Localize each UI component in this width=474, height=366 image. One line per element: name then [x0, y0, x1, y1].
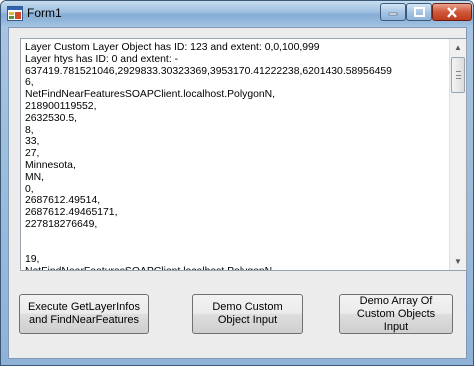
- title-bar[interactable]: Form1: [1, 1, 473, 26]
- output-line: NetFindNearFeaturesSOAPClient.localhost.…: [25, 89, 276, 101]
- grip-icon: [456, 71, 461, 79]
- output-textbox[interactable]: Layer Custom Layer Object has ID: 123 an…: [20, 38, 467, 271]
- demo-custom-object-button[interactable]: Demo Custom Object Input: [192, 294, 303, 334]
- output-line: Minnesota,: [25, 159, 76, 171]
- output-line: MN,: [25, 171, 45, 183]
- output-line: 637419.781521046,2929833.30323369,395317…: [25, 65, 392, 77]
- output-line: 2687612.49465171,: [25, 207, 118, 219]
- demo-array-custom-objects-button[interactable]: Demo Array Of Custom Objects Input: [339, 294, 453, 334]
- maximize-icon: [413, 7, 425, 17]
- form1-window: Form1 Layer Custom Layer Object has ID: …: [0, 0, 474, 366]
- output-line: 19,: [25, 254, 40, 266]
- output-line: 8,: [25, 124, 34, 136]
- output-line: 2687612.49514,: [25, 195, 101, 207]
- output-line: Layer Custom Layer Object has ID: 123 an…: [25, 42, 320, 53]
- output-line: 0,: [25, 183, 34, 195]
- close-icon: [447, 6, 457, 18]
- execute-getlayerinfos-button[interactable]: Execute GetLayerInfos and FindNearFeatur…: [19, 294, 149, 334]
- output-line: 33,: [25, 136, 40, 148]
- output-line: 6,: [25, 77, 34, 89]
- minimize-icon: [388, 12, 398, 16]
- output-line: 218900119552,: [25, 100, 97, 112]
- minimize-button[interactable]: [380, 3, 406, 21]
- output-line: 27,: [25, 148, 40, 160]
- window-title: Form1: [27, 6, 62, 20]
- output-line: NetFindNearFeaturesSOAPClient.localhost.…: [25, 266, 447, 270]
- scroll-up-icon[interactable]: ▲: [450, 39, 466, 56]
- output-text: Layer Custom Layer Object has ID: 123 an…: [25, 42, 447, 270]
- output-line: 2632530.5,: [25, 112, 78, 124]
- form-client-area: Layer Custom Layer Object has ID: 123 an…: [8, 27, 467, 359]
- output-line: Layer htys has ID: 0 and extent: -: [25, 53, 179, 65]
- vertical-scrollbar[interactable]: ▲ ▼: [449, 39, 466, 270]
- application-icon: [7, 6, 23, 21]
- output-line: 227818276649,: [25, 218, 98, 230]
- maximize-button[interactable]: [406, 3, 432, 21]
- close-button[interactable]: [432, 3, 472, 21]
- scroll-down-icon[interactable]: ▼: [450, 253, 466, 270]
- scroll-thumb[interactable]: [451, 57, 465, 93]
